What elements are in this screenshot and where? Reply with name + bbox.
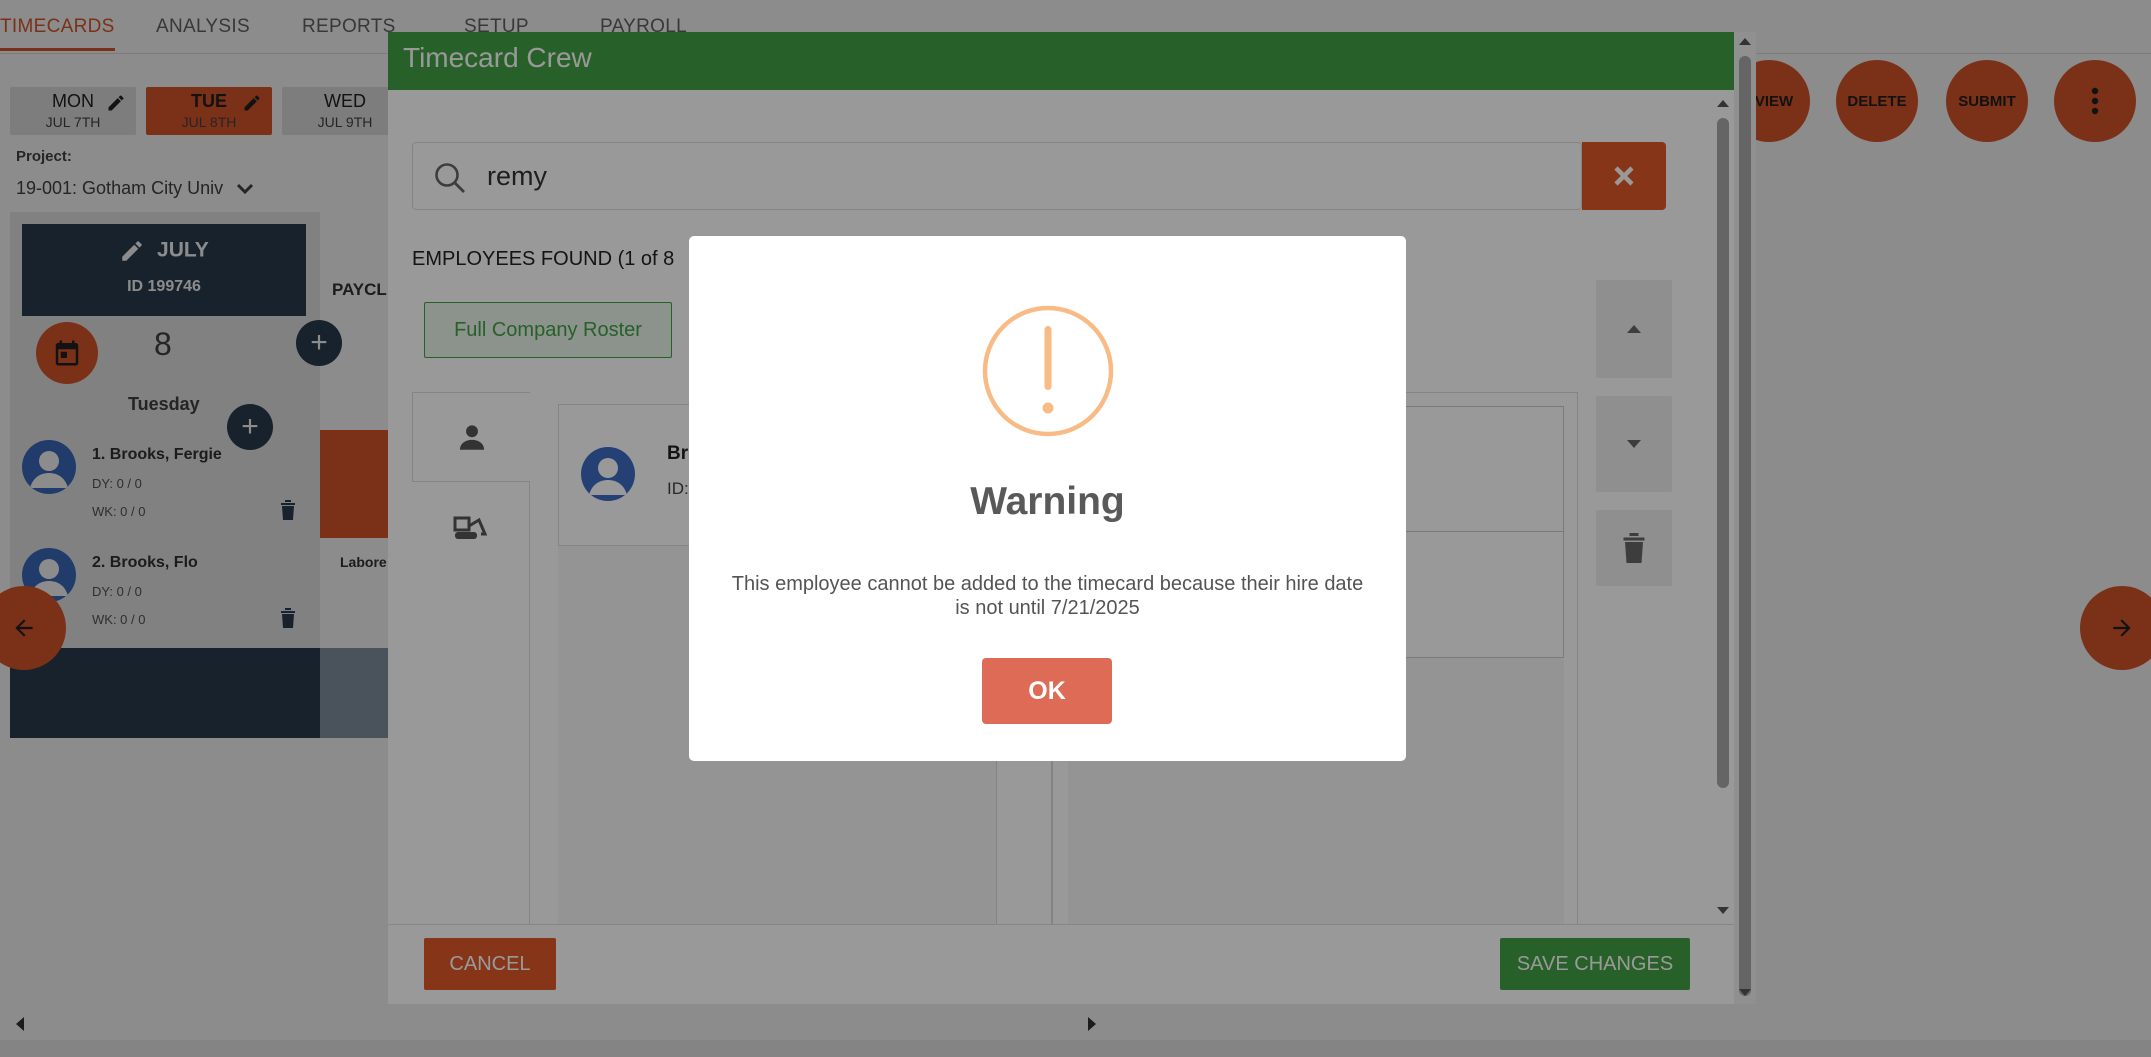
ok-button[interactable]: OK [982,658,1112,724]
warning-title: Warning [970,480,1125,523]
warning-icon [982,305,1114,437]
warning-dialog: Warning This employee cannot be added to… [689,236,1406,761]
warning-message: This employee cannot be added to the tim… [731,573,1364,619]
